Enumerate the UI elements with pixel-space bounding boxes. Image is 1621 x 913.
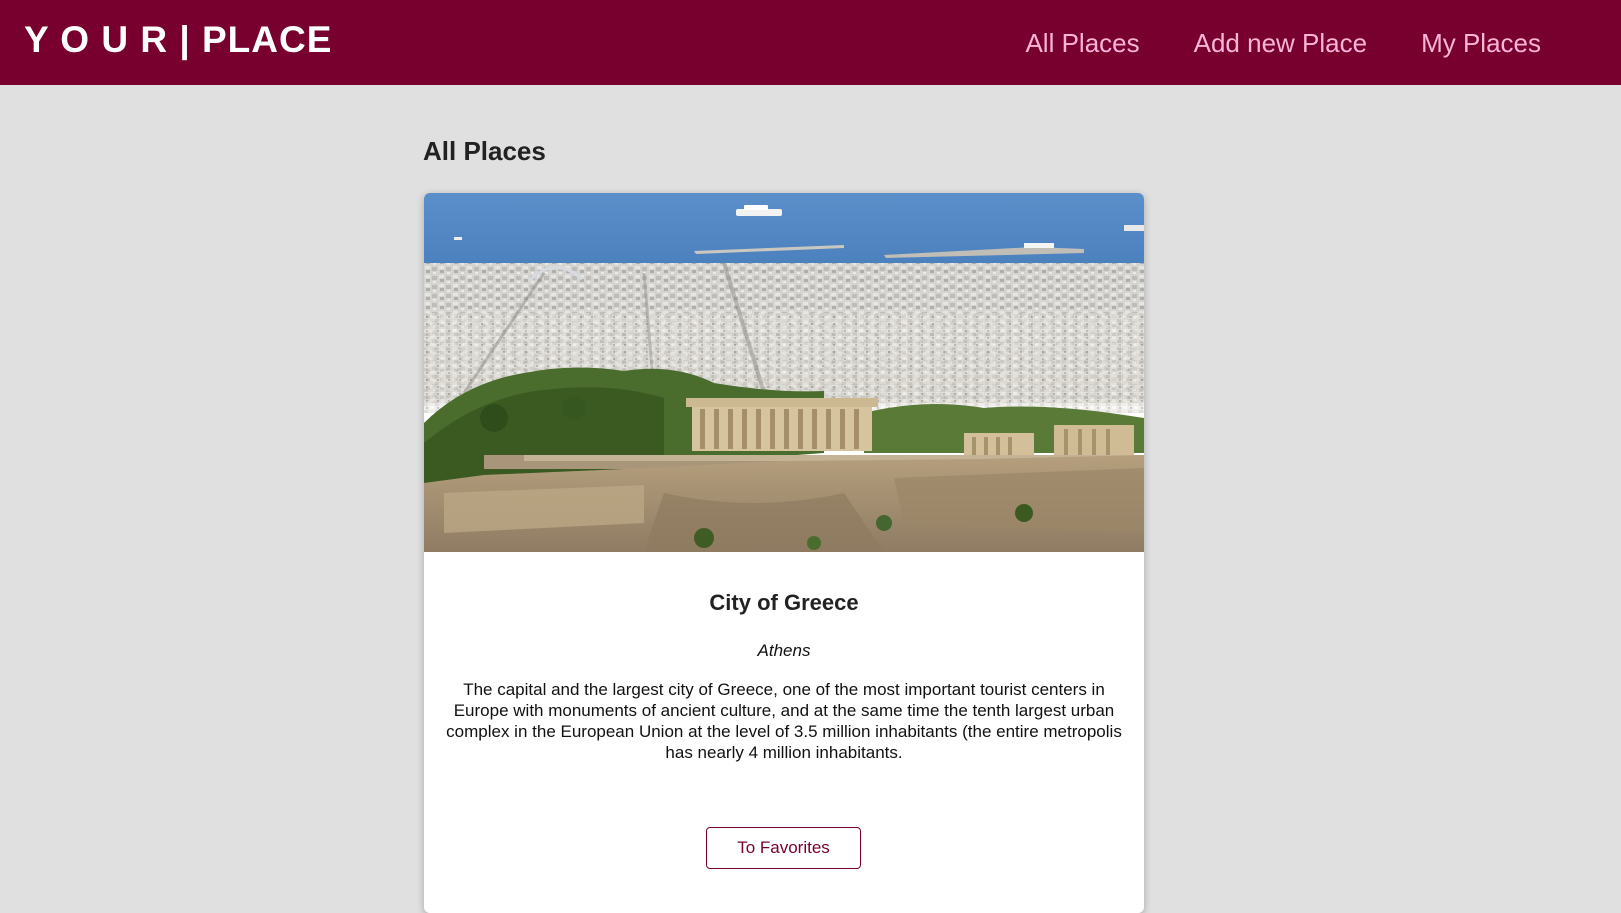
page-title: All Places	[423, 136, 546, 166]
nav-link-add-new-place[interactable]: Add new Place	[1194, 27, 1367, 59]
place-card: City of Greece Athens The capital and th…	[424, 193, 1144, 913]
nav-link-my-places[interactable]: My Places	[1421, 27, 1541, 59]
place-image-illustration	[424, 193, 1144, 552]
place-image	[424, 193, 1144, 552]
nav-link-all-places[interactable]: All Places	[1025, 27, 1139, 59]
place-description: The capital and the largest city of Gree…	[446, 680, 1122, 762]
main-navigation: All Places Add new Place My Places	[971, 0, 1541, 85]
logo[interactable]: Y O U R | PLACE	[24, 18, 332, 62]
place-title: City of Greece	[709, 590, 859, 615]
place-address: Athens	[757, 641, 811, 660]
to-favorites-button[interactable]: To Favorites	[706, 827, 861, 869]
main-header: Y O U R | PLACE All Places Add new Place…	[0, 0, 1621, 85]
